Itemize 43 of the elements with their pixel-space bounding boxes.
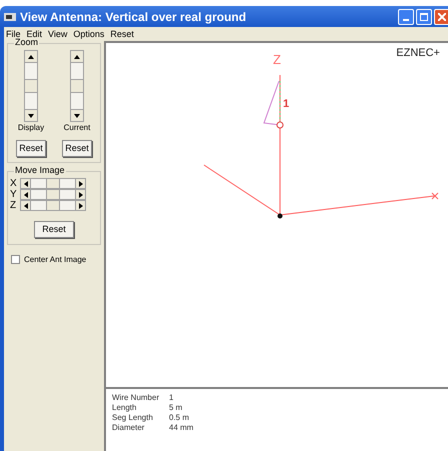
horizontal-scrollbar[interactable] [20,189,86,200]
info-label: Seg Length [112,413,154,423]
axis-label: Z [10,200,18,210]
slider-label: Display [18,124,44,132]
scroll-thumb[interactable] [46,201,60,210]
menu-item[interactable]: Edit [26,30,42,38]
close-icon [438,12,446,20]
info-label: Wire Number [112,393,160,403]
app-icon [4,12,16,22]
wire-number-label: 1 [283,99,290,110]
axis-label: Y [10,190,18,200]
menu-item[interactable]: View [48,30,68,38]
info-value: 5 m [169,403,182,413]
scroll-thumb[interactable] [25,79,37,93]
brand-label: EZNEC+ [396,46,440,61]
vertical-scrollbar[interactable] [24,50,38,122]
reset-button[interactable]: Reset [62,140,92,157]
slider-label: Current [64,124,90,132]
group-title: Move Image [14,166,66,175]
menu-item[interactable]: Options [73,30,104,38]
window-title: View Antenna: Vertical over real ground [20,8,248,26]
group-title: Zoom [14,38,40,47]
info-value: 0.5 m [169,413,190,423]
scroll-thumb[interactable] [46,190,60,199]
axis-label: X [10,178,18,188]
info-value: 1 [169,393,174,403]
z-axis-label: Z [273,53,281,66]
scroll-thumb[interactable] [46,179,60,188]
vertical-scrollbar[interactable] [70,50,84,122]
scroll-thumb[interactable] [71,79,83,93]
close-button[interactable] [434,8,448,24]
reset-button[interactable]: Reset [16,140,46,157]
center-ant-checkbox[interactable]: Center Ant Image [7,255,101,264]
info-label: Length [112,403,138,413]
maximize-button[interactable] [416,8,432,24]
horizontal-scrollbar[interactable] [20,178,86,189]
info-value: 44 mm [169,423,194,433]
info-label: Diameter [112,423,146,433]
menu-item[interactable]: Reset [110,30,134,38]
horizontal-scrollbar[interactable] [20,200,86,211]
minimize-button[interactable] [398,8,414,24]
menu-item[interactable]: File [6,30,21,38]
reset-button[interactable]: Reset [34,221,74,238]
